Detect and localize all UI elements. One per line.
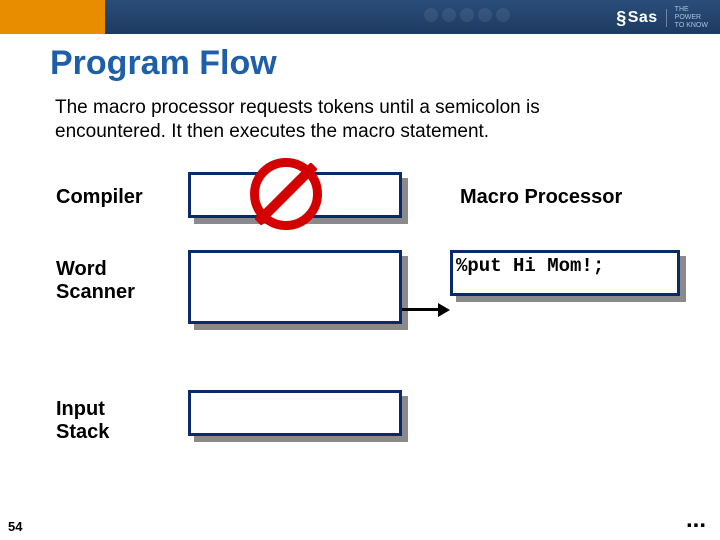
slide-description: The macro processor requests tokens unti… — [55, 96, 615, 144]
label-input-stack: Input Stack — [56, 398, 109, 444]
slide-title: Program Flow — [50, 44, 277, 83]
logo-divider — [666, 9, 667, 27]
top-banner: §Sas THE POWER TO KNOW — [0, 0, 720, 34]
sas-logo-text: §Sas — [616, 8, 657, 29]
continuation-ellipsis: ... — [686, 506, 706, 534]
slide: §Sas THE POWER TO KNOW Program Flow The … — [0, 0, 720, 540]
sas-logo: §Sas THE POWER TO KNOW — [616, 6, 708, 30]
label-macro-processor: Macro Processor — [460, 186, 622, 209]
sas-logo-label: Sas — [628, 9, 658, 27]
banner-dots — [424, 8, 510, 22]
box-word-scanner — [188, 250, 402, 324]
label-word-scanner: Word Scanner — [56, 258, 135, 304]
arrow-word-to-macro — [402, 304, 450, 316]
macro-code-text: %put Hi Mom!; — [456, 255, 604, 277]
box-input-stack — [188, 390, 402, 436]
label-compiler: Compiler — [56, 186, 143, 209]
sas-logo-tagline: THE POWER TO KNOW — [675, 6, 708, 30]
stop-icon — [250, 158, 322, 230]
page-number: 54 — [8, 519, 22, 534]
banner-accent-orange — [0, 0, 105, 34]
diagram: Compiler Word Scanner Input Stack Macro … — [0, 150, 720, 510]
